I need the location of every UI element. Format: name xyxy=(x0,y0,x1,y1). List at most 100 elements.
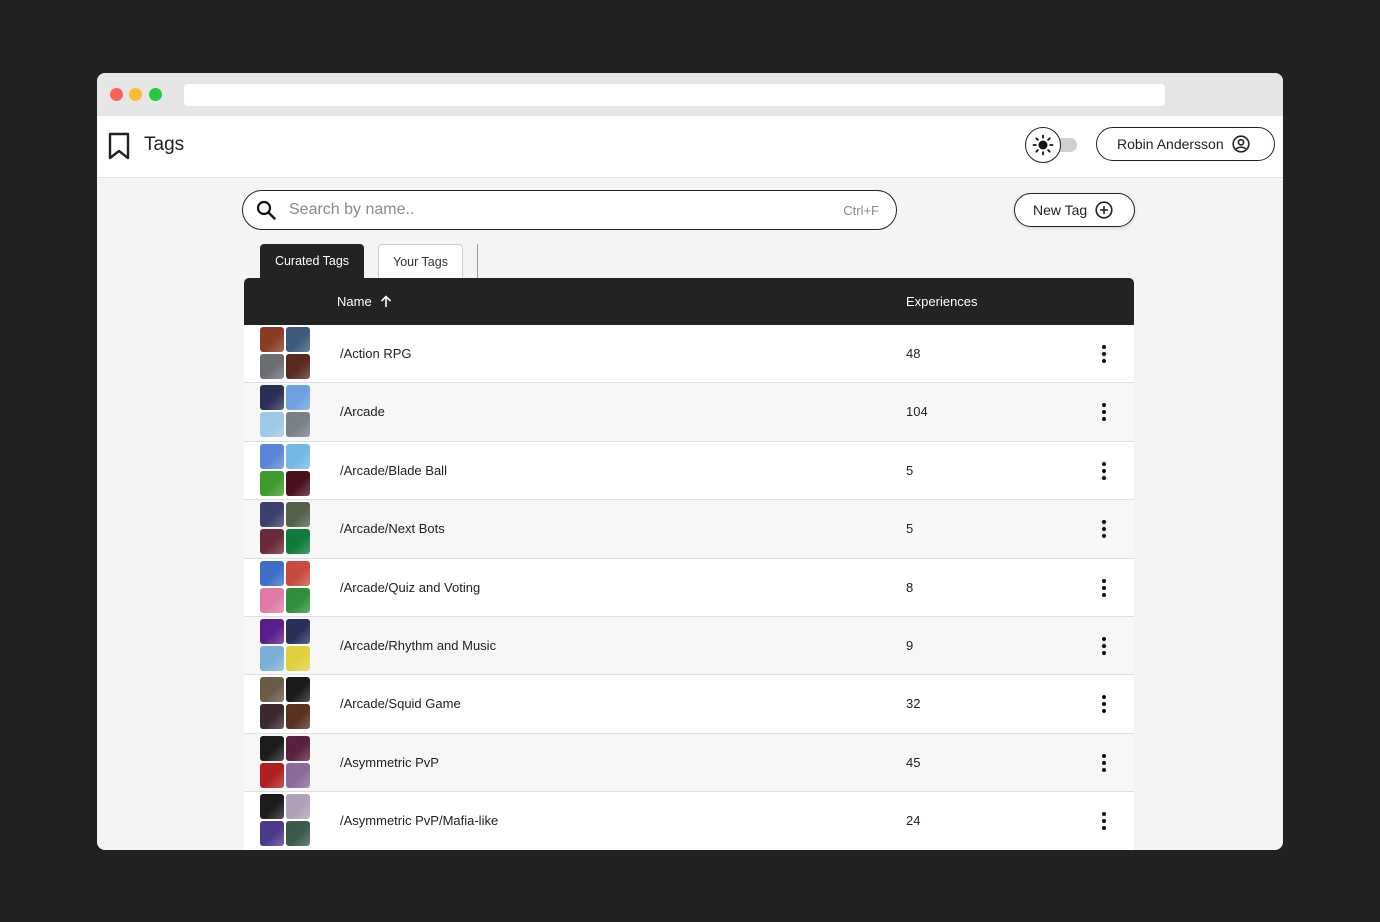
experience-count: 45 xyxy=(906,754,921,770)
menu-dot xyxy=(1102,650,1106,655)
tag-thumbnail-grid xyxy=(260,735,310,788)
table-row[interactable]: /Arcade/Rhythm and Music 9 xyxy=(244,616,1134,676)
more-options-icon[interactable] xyxy=(1094,461,1114,481)
experience-count: 32 xyxy=(906,696,921,712)
experiences-column-header[interactable]: Experiences xyxy=(906,294,978,309)
menu-dot xyxy=(1102,592,1106,597)
tag-name: /Arcade/Blade Ball xyxy=(340,462,447,478)
menu-dot xyxy=(1102,417,1106,422)
more-options-icon[interactable] xyxy=(1094,753,1114,773)
menu-dot xyxy=(1102,636,1106,641)
more-options-icon[interactable] xyxy=(1094,519,1114,539)
experience-thumbnail xyxy=(260,354,284,379)
close-window-dot[interactable] xyxy=(110,88,123,101)
user-account-button[interactable]: Robin Andersson xyxy=(1096,127,1275,161)
search-input[interactable] xyxy=(289,199,809,221)
address-bar[interactable] xyxy=(184,84,1165,106)
table-row[interactable]: /Arcade/Next Bots 5 xyxy=(244,500,1134,559)
tag-thumbnail-grid xyxy=(260,443,310,496)
tag-thumbnail-grid xyxy=(260,502,310,555)
maximize-window-dot[interactable] xyxy=(149,88,162,101)
menu-dot xyxy=(1102,826,1106,831)
tag-name: /Arcade xyxy=(340,404,385,420)
tag-name: /Action RPG xyxy=(340,346,412,361)
more-options-icon[interactable] xyxy=(1094,811,1114,831)
tag-name: /Arcade/Next Bots xyxy=(340,521,445,537)
menu-dot xyxy=(1102,410,1106,415)
experience-thumbnail xyxy=(260,821,284,847)
experience-thumbnail xyxy=(286,443,310,469)
name-column-header[interactable]: Name xyxy=(337,294,392,309)
table-row[interactable]: /Arcade/Quiz and Voting 8 xyxy=(244,558,1134,617)
experience-thumbnail xyxy=(260,327,284,352)
experience-count: 9 xyxy=(906,637,914,653)
menu-dot xyxy=(1102,520,1106,525)
search-icon xyxy=(256,200,276,220)
menu-dot xyxy=(1102,819,1106,824)
experience-thumbnail xyxy=(260,587,284,613)
new-tag-label: New Tag xyxy=(1033,202,1088,218)
user-circle-icon xyxy=(1232,135,1250,153)
app-header: Tags Robin Andersson xyxy=(97,116,1283,178)
user-name: Robin Andersson xyxy=(1117,136,1224,152)
experience-thumbnail xyxy=(260,529,284,555)
tags-table: Name Experiences /Action RPG 48/Arcade 104… xyxy=(244,278,1134,850)
experience-thumbnail xyxy=(260,794,284,820)
table-row[interactable]: /Action RPG 48 xyxy=(244,325,1134,384)
bookmark-icon xyxy=(108,132,130,160)
minimize-window-dot[interactable] xyxy=(129,88,142,101)
page-title: Tags xyxy=(144,134,185,155)
theme-toggle[interactable] xyxy=(1025,127,1079,163)
menu-dot xyxy=(1102,760,1106,765)
tab-curated-tags[interactable]: Curated Tags xyxy=(260,244,364,278)
plus-circle-icon xyxy=(1095,201,1113,219)
tag-name: /Asymmetric PvP xyxy=(340,754,439,770)
tag-name: /Asymmetric PvP/Mafia-like xyxy=(340,813,499,829)
experience-thumbnail xyxy=(286,470,310,496)
menu-dot xyxy=(1102,534,1106,539)
table-row[interactable]: /Arcade/Blade Ball 5 xyxy=(244,441,1134,501)
menu-dot xyxy=(1102,578,1106,583)
experience-thumbnail xyxy=(260,412,284,438)
table-row[interactable]: /Asymmetric PvP/Mafia-like 24 xyxy=(244,792,1134,850)
menu-dot xyxy=(1102,345,1106,349)
table-row[interactable]: /Arcade/Squid Game 32 xyxy=(244,675,1134,734)
search-bar: Ctrl+F xyxy=(242,190,897,230)
menu-dot xyxy=(1102,468,1106,473)
menu-dot xyxy=(1102,702,1106,707)
table-row[interactable]: /Arcade 104 xyxy=(244,383,1134,442)
sort-ascending-icon xyxy=(380,295,391,307)
experience-thumbnail xyxy=(286,735,310,761)
experience-thumbnail xyxy=(286,529,310,555)
menu-dot xyxy=(1102,352,1106,356)
browser-window: Tags Robin Andersson Search by name.. Ct… xyxy=(97,73,1283,850)
table-row[interactable]: /Asymmetric PvP 45 xyxy=(244,733,1134,793)
new-tag-button[interactable]: New Tag xyxy=(1014,193,1135,227)
menu-dot xyxy=(1102,709,1106,714)
more-options-icon[interactable] xyxy=(1094,636,1114,656)
more-options-icon[interactable] xyxy=(1094,578,1114,598)
more-options-icon[interactable] xyxy=(1094,344,1114,364)
experience-thumbnail xyxy=(286,412,310,438)
experience-thumbnail xyxy=(286,618,310,644)
experience-thumbnail xyxy=(286,327,310,352)
menu-dot xyxy=(1102,643,1106,648)
menu-dot xyxy=(1102,527,1106,532)
tag-thumbnail-grid xyxy=(260,677,310,730)
table-header: Name Experiences xyxy=(244,278,1134,325)
experience-count: 5 xyxy=(906,462,914,478)
menu-dot xyxy=(1102,585,1106,590)
tag-thumbnail-grid xyxy=(260,560,310,613)
search-shortcut-hint: Ctrl+F xyxy=(843,203,879,218)
tag-name: /Arcade/Rhythm and Music xyxy=(340,637,497,653)
more-options-icon[interactable] xyxy=(1094,402,1114,422)
experience-thumbnail xyxy=(286,560,310,586)
experience-thumbnail xyxy=(286,794,310,820)
experience-count: 104 xyxy=(906,404,928,420)
menu-dot xyxy=(1102,461,1106,466)
experience-thumbnail xyxy=(260,677,284,703)
experience-thumbnail xyxy=(286,704,310,730)
tab-your-tags[interactable]: Your Tags xyxy=(378,244,463,278)
more-options-icon[interactable] xyxy=(1094,694,1114,714)
browser-chrome xyxy=(97,73,1283,116)
